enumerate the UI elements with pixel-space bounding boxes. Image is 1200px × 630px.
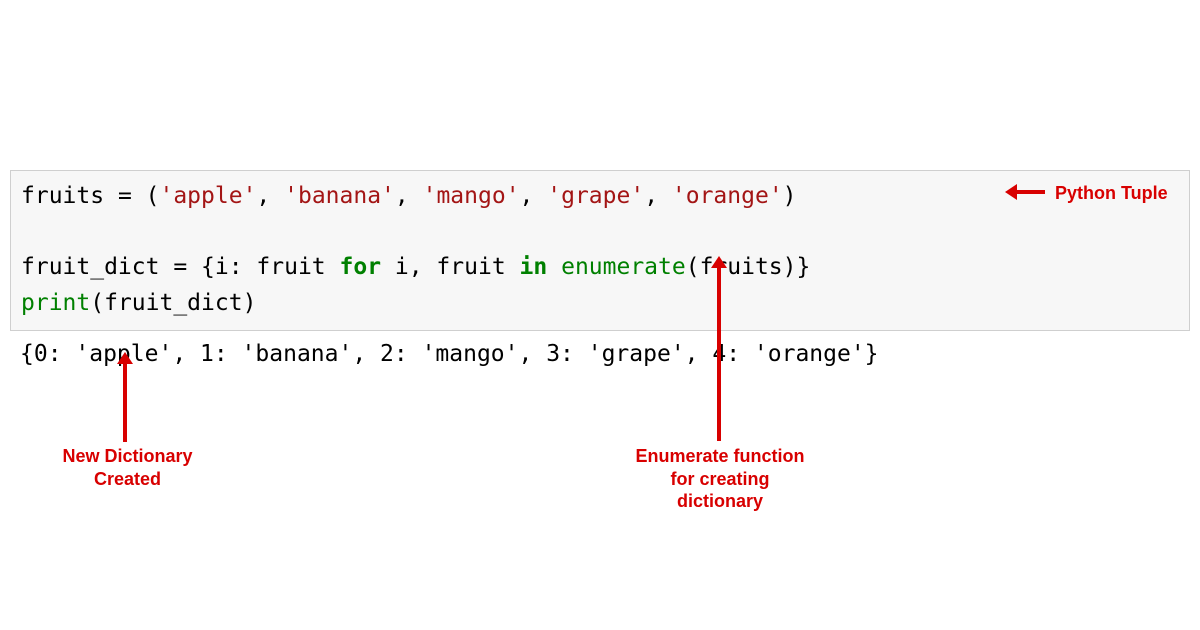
code-token: = ( (104, 183, 159, 209)
code-token: , (520, 183, 548, 209)
code-string: 'mango' (423, 183, 520, 209)
annotation-text: Enumerate function (635, 446, 804, 466)
annotation-tuple: Python Tuple (1055, 182, 1168, 205)
code-token: , (256, 183, 284, 209)
code-keyword: in (520, 254, 548, 280)
code-token: = {i: fruit (159, 254, 339, 280)
code-string: 'banana' (284, 183, 395, 209)
annotation-text: Created (94, 469, 161, 489)
code-string: 'grape' (547, 183, 644, 209)
code-token: fruits (21, 183, 104, 209)
code-string: 'apple' (159, 183, 256, 209)
code-output: {0: 'apple', 1: 'banana', 2: 'mango', 3:… (10, 331, 1190, 367)
code-token: i, fruit (381, 254, 519, 280)
code-string: 'orange' (672, 183, 783, 209)
code-function: print (21, 290, 90, 316)
arrow-left-icon (1015, 190, 1045, 194)
code-token: fruit_dict (21, 254, 159, 280)
arrow-up-icon (717, 266, 721, 441)
code-keyword: for (340, 254, 382, 280)
arrow-up-icon (123, 362, 127, 442)
blank-line (21, 219, 35, 245)
annotation-new-dict: New Dictionary Created (60, 445, 195, 490)
code-token (547, 254, 561, 280)
code-token: (fruit_dict) (90, 290, 256, 316)
annotation-text: dictionary (677, 491, 763, 511)
code-token: ) (783, 183, 797, 209)
code-token: , (395, 183, 423, 209)
code-token: (fruits)} (686, 254, 811, 280)
annotation-enumerate: Enumerate function for creating dictiona… (635, 445, 805, 513)
annotation-text: New Dictionary (62, 446, 192, 466)
code-function: enumerate (561, 254, 686, 280)
annotation-text: for creating (670, 469, 769, 489)
code-token: , (644, 183, 672, 209)
